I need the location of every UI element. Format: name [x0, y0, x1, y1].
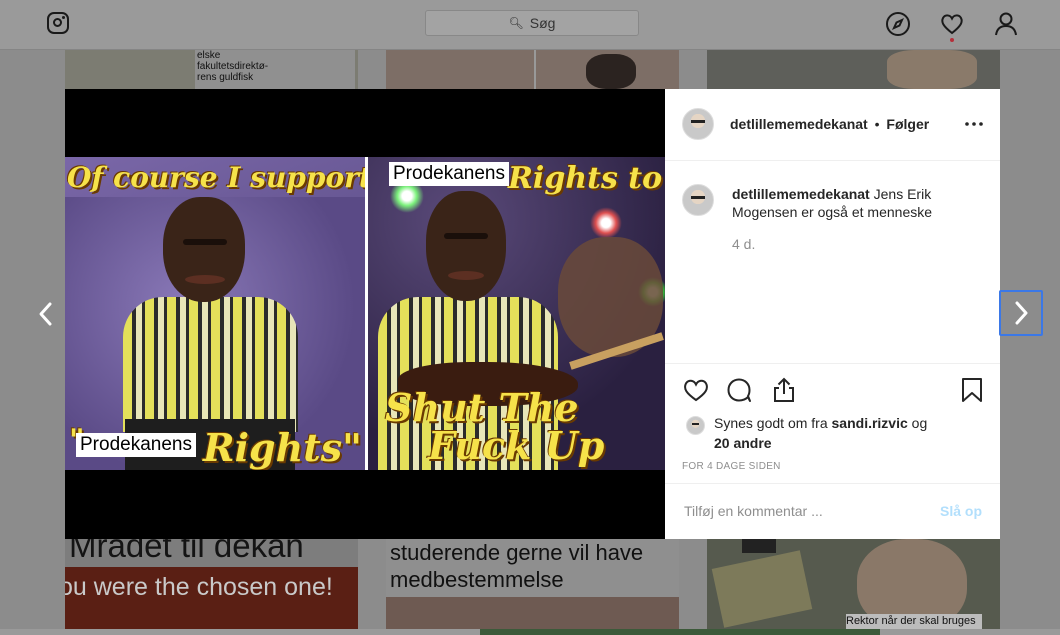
grid-post-caption: elske fakultetsdirektø- rens guldfisk: [197, 50, 269, 83]
comment-input[interactable]: Tilføj en kommentar ...: [684, 503, 823, 519]
post-caption: detlillememedekanat Jens Erik Mogensen e…: [732, 185, 982, 221]
more-horizontal-icon[interactable]: [963, 114, 985, 134]
meme-left-label: Prodekanens: [76, 433, 196, 457]
search-input[interactable]: 🔍︎ Søg: [425, 10, 639, 36]
header-divider: [665, 160, 1000, 161]
caption-username[interactable]: detlillememedekanat: [732, 186, 870, 202]
meme-right-bottom-line2: Fuck Up: [428, 423, 605, 468]
meme-right-label: Prodekanens: [389, 162, 509, 186]
grid-post-thumbnail[interactable]: studerende gerne vil have medbestemmelse: [386, 539, 679, 630]
next-post-button[interactable]: [999, 290, 1043, 336]
grid-post-caption: Mrådet til dekan: [69, 539, 304, 564]
search-placeholder: Søg: [529, 15, 556, 31]
caption-avatar[interactable]: [682, 184, 714, 216]
page-bottom-strip-image: [480, 629, 880, 635]
post-timestamp: FOR 4 DAGE SIDEN: [682, 461, 781, 472]
liker-username[interactable]: sandi.rizvic: [832, 415, 908, 431]
grid-post-thumbnail[interactable]: Rektor når der skal bruges: [707, 539, 1000, 630]
grid-post-thumbnail[interactable]: [707, 50, 1000, 89]
heart-icon[interactable]: [939, 11, 965, 37]
chevron-left-icon[interactable]: [34, 300, 58, 328]
search-icon: 🔍︎: [508, 16, 524, 30]
header-dot: •: [874, 116, 880, 132]
grid-post-thumbnail[interactable]: [386, 50, 679, 89]
likes-joiner: og: [911, 415, 928, 431]
compass-icon[interactable]: [885, 11, 911, 37]
meme-left-bottom-text: Rights": [203, 425, 362, 470]
top-nav: 🔍︎ Søg: [0, 0, 1060, 50]
meme-left-top-text: Of course I support: [67, 161, 372, 194]
grid-post-subcaption: ou were the chosen one!: [65, 573, 333, 601]
share-icon[interactable]: [771, 376, 797, 404]
author-avatar[interactable]: [682, 108, 714, 140]
meme-right-panel: Rights to Prodekanens Shut The Fuck Up: [368, 157, 665, 470]
caption-age: 4 d.: [732, 236, 756, 252]
likes-summary: Synes godt om fra sandi.rizvic og 20 and…: [714, 413, 984, 453]
notification-dot: [950, 38, 954, 42]
bookmark-icon[interactable]: [961, 377, 983, 403]
instagram-icon[interactable]: [47, 12, 69, 34]
post-header: detlillememedekanat • Følger: [730, 116, 929, 132]
likes-prefix: Synes godt om fra: [714, 415, 828, 431]
grid-post-thumbnail[interactable]: elske fakultetsdirektø- rens guldfisk: [65, 50, 358, 89]
actions-divider: [665, 363, 1000, 364]
likes-others[interactable]: 20 andre: [714, 435, 772, 451]
meme-left-panel: Of course I support Rights" " Prodekanen…: [65, 157, 372, 470]
post-side-panel: detlillememedekanat • Følger detlillemem…: [665, 89, 1000, 539]
meme-right-top-text: Rights to: [508, 161, 663, 196]
grid-post-caption: studerende gerne vil have medbestemmelse: [390, 540, 644, 592]
comment-divider: [665, 483, 1000, 484]
grid-post-thumbnail[interactable]: Mrådet til dekan ou were the chosen one!: [65, 539, 358, 630]
chevron-right-icon: [1009, 299, 1033, 332]
post-comment-button[interactable]: Slå op: [940, 503, 982, 519]
post-image[interactable]: Of course I support Rights" " Prodekanen…: [65, 157, 665, 470]
author-username[interactable]: detlillememedekanat: [730, 116, 868, 132]
heart-outline-icon[interactable]: [682, 377, 710, 403]
comment-icon[interactable]: [726, 377, 754, 403]
grid-post-caption: Rektor når der skal bruges: [846, 615, 976, 627]
follow-button[interactable]: Følger: [886, 116, 929, 132]
profile-icon[interactable]: [993, 11, 1019, 37]
liker-avatar[interactable]: [686, 416, 705, 435]
